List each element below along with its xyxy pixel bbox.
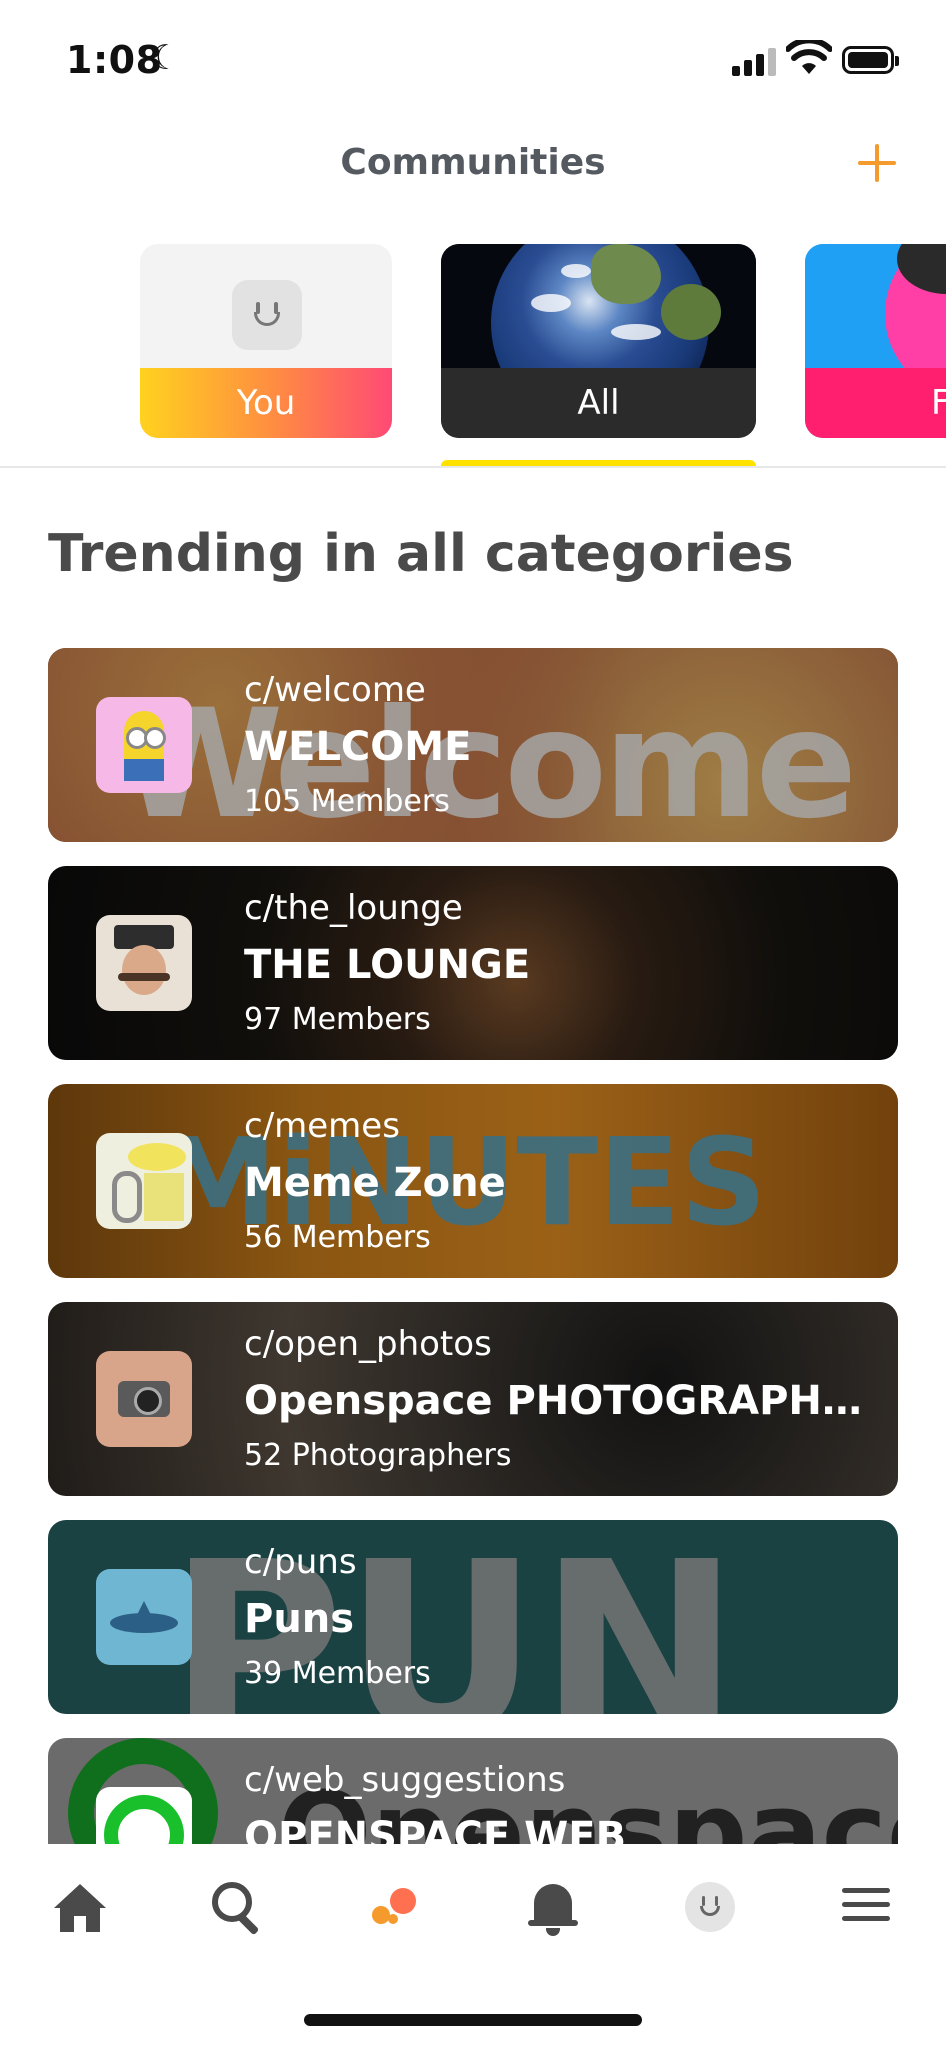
community-members: 97 Members [244,1002,431,1037]
divider [0,466,946,468]
community-avatar [96,1787,192,1844]
community-handle: c/memes [244,1106,400,1146]
community-card-puns[interactable]: PUN c/puns Puns 39 Members [48,1520,898,1714]
cellular-signal-icon [732,46,776,76]
battery-icon [842,46,899,74]
tab-you[interactable]: You [140,244,392,438]
community-card-memes[interactable]: MiNUTES c/memes Meme Zone 56 Members [48,1084,898,1278]
community-avatar [96,1351,192,1447]
community-name: OPENSPACE WEB [244,1814,627,1844]
community-avatar [96,697,192,793]
community-members: 39 Members [244,1656,431,1691]
tab-label: All [441,368,756,438]
page-title: Communities [340,142,606,183]
earth-image [441,244,756,368]
menu-icon[interactable] [832,1874,902,1944]
communities-screen: 1:08 ☾ Communities You All F Trending in… [0,0,946,2048]
community-handle: c/welcome [244,670,426,710]
community-name: THE LOUNGE [244,942,531,988]
status-bar: 1:08 ☾ [0,0,946,120]
community-avatar [96,915,192,1011]
community-card-web-suggestions[interactable]: Openspace c/web_suggestions OPENSPACE WE… [48,1738,898,1844]
community-handle: c/web_suggestions [244,1760,566,1800]
community-card-open-photos[interactable]: c/open_photos Openspace PHOTOGRAPH... 52… [48,1302,898,1496]
tab-label: F [805,368,946,438]
wifi-icon [786,40,832,74]
community-name: Meme Zone [244,1160,506,1206]
tab-all[interactable]: All [441,244,756,438]
face-image [805,244,946,394]
home-icon[interactable] [44,1874,114,1944]
home-indicator[interactable] [304,2014,642,2026]
community-card-the-lounge[interactable]: c/the_lounge THE LOUNGE 97 Members [48,866,898,1060]
community-handle: c/the_lounge [244,888,463,928]
moon-icon: ☾ [150,38,181,78]
community-avatar [96,1133,192,1229]
community-name: Puns [244,1596,355,1642]
bell-icon[interactable] [518,1874,588,1944]
community-card-welcome[interactable]: Welcome c/welcome WELCOME 105 Members [48,648,898,842]
category-tabs: You All F [0,244,946,468]
communities-icon[interactable] [360,1874,430,1944]
community-list[interactable]: Welcome c/welcome WELCOME 105 Members c/… [48,648,898,1844]
community-avatar [96,1569,192,1665]
community-name: Openspace PHOTOGRAPH... [244,1378,864,1424]
profile-icon[interactable] [675,1874,745,1944]
community-members: 105 Members [244,784,450,819]
status-time: 1:08 [66,38,163,82]
community-name: WELCOME [244,724,472,770]
community-handle: c/puns [244,1542,357,1582]
add-community-button[interactable] [856,142,898,184]
smiley-icon [232,280,302,350]
community-handle: c/open_photos [244,1324,492,1364]
search-icon[interactable] [202,1874,272,1944]
tab-label: You [140,368,392,438]
community-members: 56 Members [244,1220,431,1255]
tab-f[interactable]: F [805,244,946,438]
section-title: Trending in all categories [48,524,794,584]
community-members: 52 Photographers [244,1438,512,1473]
